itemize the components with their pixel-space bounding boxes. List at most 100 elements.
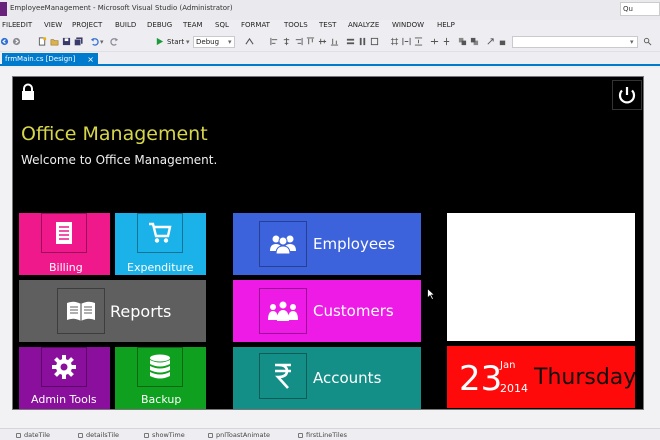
date-tile[interactable]: 23 Jan 2014 Thursday <box>447 346 636 408</box>
menu-sql[interactable]: SQL <box>215 21 229 29</box>
reports-label: Reports <box>110 302 172 321</box>
component-tray: dateTile detailsTile showTime pnlToastAn… <box>0 428 660 440</box>
make-same-height-icon[interactable] <box>358 37 367 46</box>
timer-icon <box>208 433 213 438</box>
employees-label: Employees <box>313 235 396 253</box>
align-right-icon[interactable] <box>294 37 303 46</box>
reports-tile[interactable]: Reports <box>19 280 206 342</box>
open-book-icon <box>67 301 95 321</box>
tray-item-label: showTime <box>152 431 185 439</box>
standard-toolbar: ▾ Start ▾ Debug ▾ ▾ <box>0 32 660 52</box>
customers-group-icon <box>268 301 298 321</box>
lock-controls-icon[interactable] <box>498 37 507 46</box>
backup-tile[interactable]: Backup <box>115 347 206 409</box>
menu-view[interactable]: VIEW <box>44 21 62 29</box>
menu-edit[interactable]: EDIT <box>16 21 32 29</box>
back-icon[interactable] <box>0 37 9 46</box>
menu-build[interactable]: BUILD <box>115 21 136 29</box>
bring-to-front-icon[interactable] <box>458 37 467 46</box>
save-icon[interactable] <box>62 37 71 46</box>
menu-help[interactable]: HELP <box>437 21 455 29</box>
forward-icon[interactable] <box>12 37 21 46</box>
vertical-spacing-icon[interactable] <box>414 37 423 46</box>
admin-tools-tile[interactable]: Admin Tools <box>19 347 110 409</box>
backup-label: Backup <box>141 393 182 406</box>
undo-icon[interactable] <box>90 37 99 46</box>
tab-frmmain-design[interactable]: frmMain.cs [Design] × <box>2 53 98 66</box>
chevron-down-icon: ▾ <box>630 38 634 46</box>
align-top-icon[interactable] <box>306 37 315 46</box>
menu-debug[interactable]: DEBUG <box>147 21 172 29</box>
center-horizontally-icon[interactable] <box>430 37 439 46</box>
find-combo[interactable]: ▾ <box>512 36 638 48</box>
component-icon <box>16 433 21 438</box>
shopping-cart-icon <box>149 222 172 243</box>
admin-tools-icon-box <box>41 347 87 387</box>
align-left-icon[interactable] <box>270 37 279 46</box>
customers-tile[interactable]: Customers <box>233 280 421 342</box>
undo-dropdown-icon[interactable]: ▾ <box>100 38 104 46</box>
close-icon[interactable]: × <box>87 53 94 66</box>
menu-file[interactable]: FILE <box>2 21 16 29</box>
save-all-icon[interactable] <box>74 37 83 46</box>
center-vertically-icon[interactable] <box>442 37 451 46</box>
tray-item-pnltoastanimate[interactable]: pnlToastAnimate <box>208 431 270 439</box>
employees-icon-box <box>259 221 307 267</box>
employees-tile[interactable]: Employees <box>233 213 421 275</box>
align-middle-icon[interactable] <box>318 37 327 46</box>
billing-icon-box <box>41 213 87 253</box>
expenditure-tile[interactable]: Expenditure <box>115 213 206 275</box>
align-center-icon[interactable] <box>282 37 291 46</box>
tray-item-firstlinetiles[interactable]: firstLineTiles <box>298 431 347 439</box>
menu-format[interactable]: FORMAT <box>241 21 270 29</box>
lock-button[interactable] <box>19 83 37 101</box>
quick-launch-input[interactable]: Qu <box>620 2 660 16</box>
accounts-label: Accounts <box>313 369 382 387</box>
tray-item-label: detailsTile <box>86 431 120 439</box>
menu-tools[interactable]: TOOLS <box>284 21 308 29</box>
billing-icon <box>56 222 72 244</box>
make-same-size-icon[interactable] <box>370 37 379 46</box>
start-button[interactable]: Start <box>167 38 184 46</box>
customers-icon-box <box>259 288 307 334</box>
component-icon <box>78 433 83 438</box>
make-same-width-icon[interactable] <box>346 37 355 46</box>
size-to-grid-icon[interactable] <box>390 37 399 46</box>
mouse-cursor-icon <box>427 288 435 300</box>
tray-item-showtime[interactable]: showTime <box>144 431 185 439</box>
browser-link-icon[interactable] <box>245 37 254 46</box>
new-project-icon[interactable] <box>38 37 47 46</box>
power-button[interactable] <box>612 80 642 110</box>
menu-team[interactable]: TEAM <box>183 21 203 29</box>
menu-project[interactable]: PROJECT <box>72 21 102 29</box>
solution-configuration-select[interactable]: Debug ▾ <box>193 36 235 48</box>
chevron-down-icon: ▾ <box>228 38 232 46</box>
title-bar: EmployeeManagement - Microsoft Visual St… <box>0 0 660 20</box>
tray-item-datetile[interactable]: dateTile <box>16 431 50 439</box>
tray-item-detailstile[interactable]: detailsTile <box>78 431 119 439</box>
details-tile[interactable] <box>447 213 635 341</box>
redo-icon[interactable] <box>110 37 119 46</box>
find-in-files-icon[interactable] <box>643 37 652 46</box>
billing-tile[interactable]: Billing <box>19 213 110 275</box>
backup-icon-box <box>137 347 183 387</box>
tab-order-icon[interactable] <box>486 37 495 46</box>
start-debug-icon[interactable] <box>155 37 164 46</box>
expenditure-icon-box <box>137 213 183 253</box>
send-to-back-icon[interactable] <box>470 37 479 46</box>
horizontal-spacing-icon[interactable] <box>402 37 411 46</box>
timer-icon <box>144 433 149 438</box>
configuration-value: Debug <box>196 38 220 46</box>
expenditure-label: Expenditure <box>127 261 194 274</box>
menu-test[interactable]: TEST <box>319 21 336 29</box>
align-bottom-icon[interactable] <box>330 37 339 46</box>
form-frmmain[interactable]: Office Management Welcome to Office Mana… <box>12 76 644 410</box>
menu-window[interactable]: WINDOW <box>392 21 424 29</box>
reports-icon-box <box>57 288 105 334</box>
open-file-icon[interactable] <box>50 37 59 46</box>
accounts-icon-box <box>259 353 307 399</box>
start-dropdown-icon[interactable]: ▾ <box>186 38 190 46</box>
accounts-tile[interactable]: Accounts <box>233 347 421 409</box>
menu-analyze[interactable]: ANALYZE <box>348 21 379 29</box>
document-tab-strip: frmMain.cs [Design] × <box>0 53 660 66</box>
